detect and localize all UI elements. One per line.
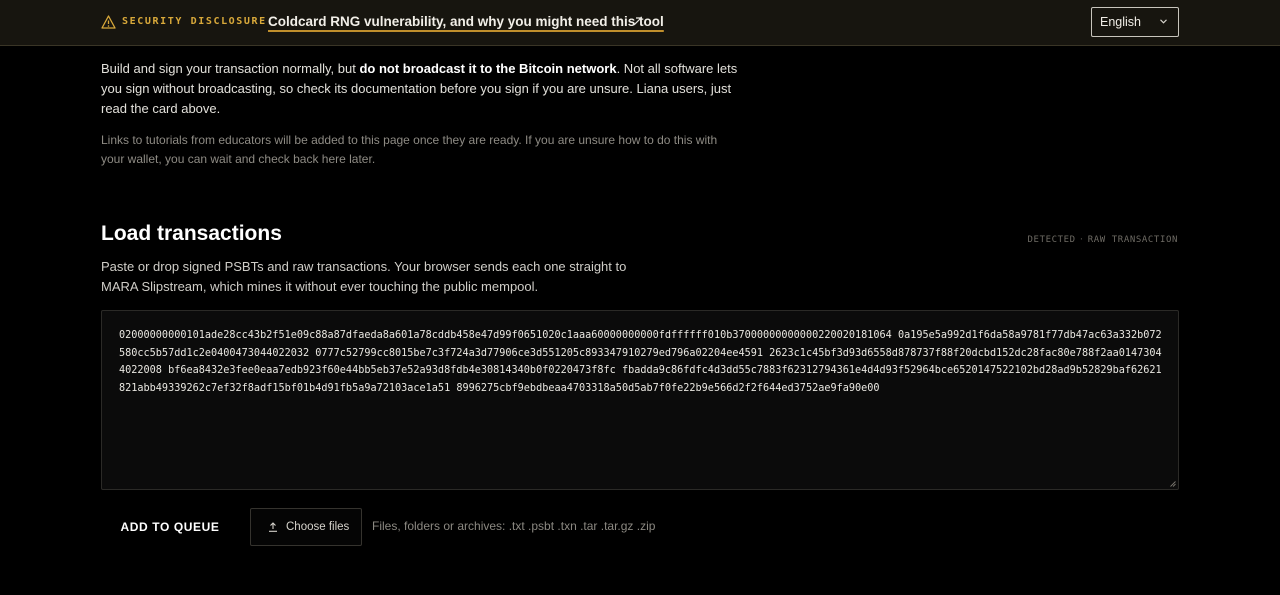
language-select[interactable]: English bbox=[1091, 7, 1179, 37]
warning-icon bbox=[101, 15, 116, 29]
choose-files-label: Choose files bbox=[286, 521, 350, 533]
disclosure-banner: SECURITY DISCLOSURE Coldcard RNG vulnera… bbox=[0, 0, 1280, 46]
detected-label: DETECTED bbox=[1027, 235, 1076, 245]
separator-dot: · bbox=[1078, 235, 1085, 245]
intro-text-start: Build and sign your transaction normally… bbox=[101, 61, 360, 76]
load-transactions-title: Load transactions bbox=[101, 222, 282, 245]
transaction-input[interactable]: 02000000000101ade28cc43b2f51e09c88a87dfa… bbox=[101, 310, 1179, 490]
detected-status: DETECTED · RAW TRANSACTION bbox=[1028, 235, 1178, 245]
tutorials-note: Links to tutorials from educators will b… bbox=[101, 133, 718, 166]
choose-files-button[interactable]: Choose files bbox=[250, 508, 362, 546]
resize-handle-icon[interactable] bbox=[1170, 481, 1176, 487]
chevron-down-icon bbox=[1160, 19, 1167, 24]
intro-text-bold: do not broadcast it to the Bitcoin netwo… bbox=[359, 61, 617, 76]
load-description: Paste or drop signed PSBTs and raw trans… bbox=[101, 259, 627, 294]
add-to-queue-button[interactable]: ADD TO QUEUE bbox=[101, 508, 239, 546]
file-types-hint: Files, folders or archives: .txt .psbt .… bbox=[372, 519, 656, 533]
disclosure-link[interactable]: Coldcard RNG vulnerability, and why you … bbox=[268, 14, 664, 29]
language-selected: English bbox=[1100, 15, 1141, 29]
intro-text: Build and sign your transaction normally… bbox=[101, 59, 751, 119]
upload-icon bbox=[269, 522, 277, 532]
security-disclosure-label: SECURITY DISCLOSURE bbox=[122, 16, 267, 27]
detected-value: RAW TRANSACTION bbox=[1087, 235, 1178, 245]
transaction-input-value[interactable]: 02000000000101ade28cc43b2f51e09c88a87dfa… bbox=[119, 327, 1162, 397]
external-link-icon[interactable] bbox=[633, 17, 642, 26]
